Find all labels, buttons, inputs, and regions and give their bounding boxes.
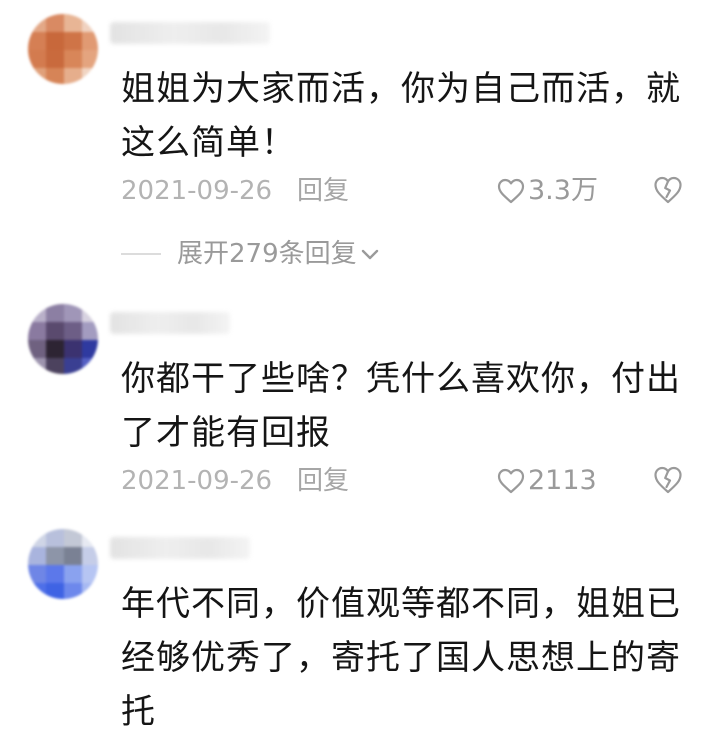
username-blurred[interactable] [110,22,270,44]
avatar[interactable] [28,529,98,599]
comment-text: 姐姐为大家而活，你为自己而活，就 这么简单！ [121,69,681,163]
username-blurred[interactable] [110,537,250,559]
heart-outline-icon [497,178,525,204]
comment-date: 2021-09-26 [121,466,273,496]
avatar[interactable] [28,304,98,374]
avatar[interactable] [28,14,98,84]
like-button[interactable]: 3.3万 [497,173,598,209]
like-button[interactable]: 2113 [497,463,597,499]
username-blurred[interactable] [110,312,230,334]
expand-replies-label: 展开279条回复 [177,239,357,269]
chevron-down-icon [361,249,378,260]
comment-text: 你都干了些啥？凭什么喜欢你，付出 了才能有回报 [121,359,681,453]
comment-item: 年代不同，价值观等都不同，姐姐已 经够优秀了，寄托了国人思想上的寄 托 [0,515,720,741]
comment-meta: 2021-09-26 回复 3.3万 [121,173,691,209]
broken-heart-icon[interactable] [653,465,683,495]
like-count: 2113 [528,465,597,496]
expand-replies-button[interactable]: 展开279条回复 [121,236,381,272]
broken-heart-icon[interactable] [653,175,683,205]
heart-outline-icon [497,468,525,494]
comment-date: 2021-09-26 [121,176,273,206]
divider-line [121,253,161,255]
comment-text: 年代不同，价值观等都不同，姐姐已 经够优秀了，寄托了国人思想上的寄 托 [121,584,681,732]
comment-item: 你都干了些啥？凭什么喜欢你，付出 了才能有回报 2021-09-26 回复 21… [0,290,720,515]
reply-button[interactable]: 回复 [297,173,349,209]
comment-list: 姐姐为大家而活，你为自己而活，就 这么简单！ 2021-09-26 回复 3.3… [0,0,720,741]
comment-item: 姐姐为大家而活，你为自己而活，就 这么简单！ 2021-09-26 回复 3.3… [0,0,720,290]
like-count: 3.3万 [528,175,598,206]
reply-button[interactable]: 回复 [297,463,349,499]
comment-meta: 2021-09-26 回复 2113 [121,463,691,499]
